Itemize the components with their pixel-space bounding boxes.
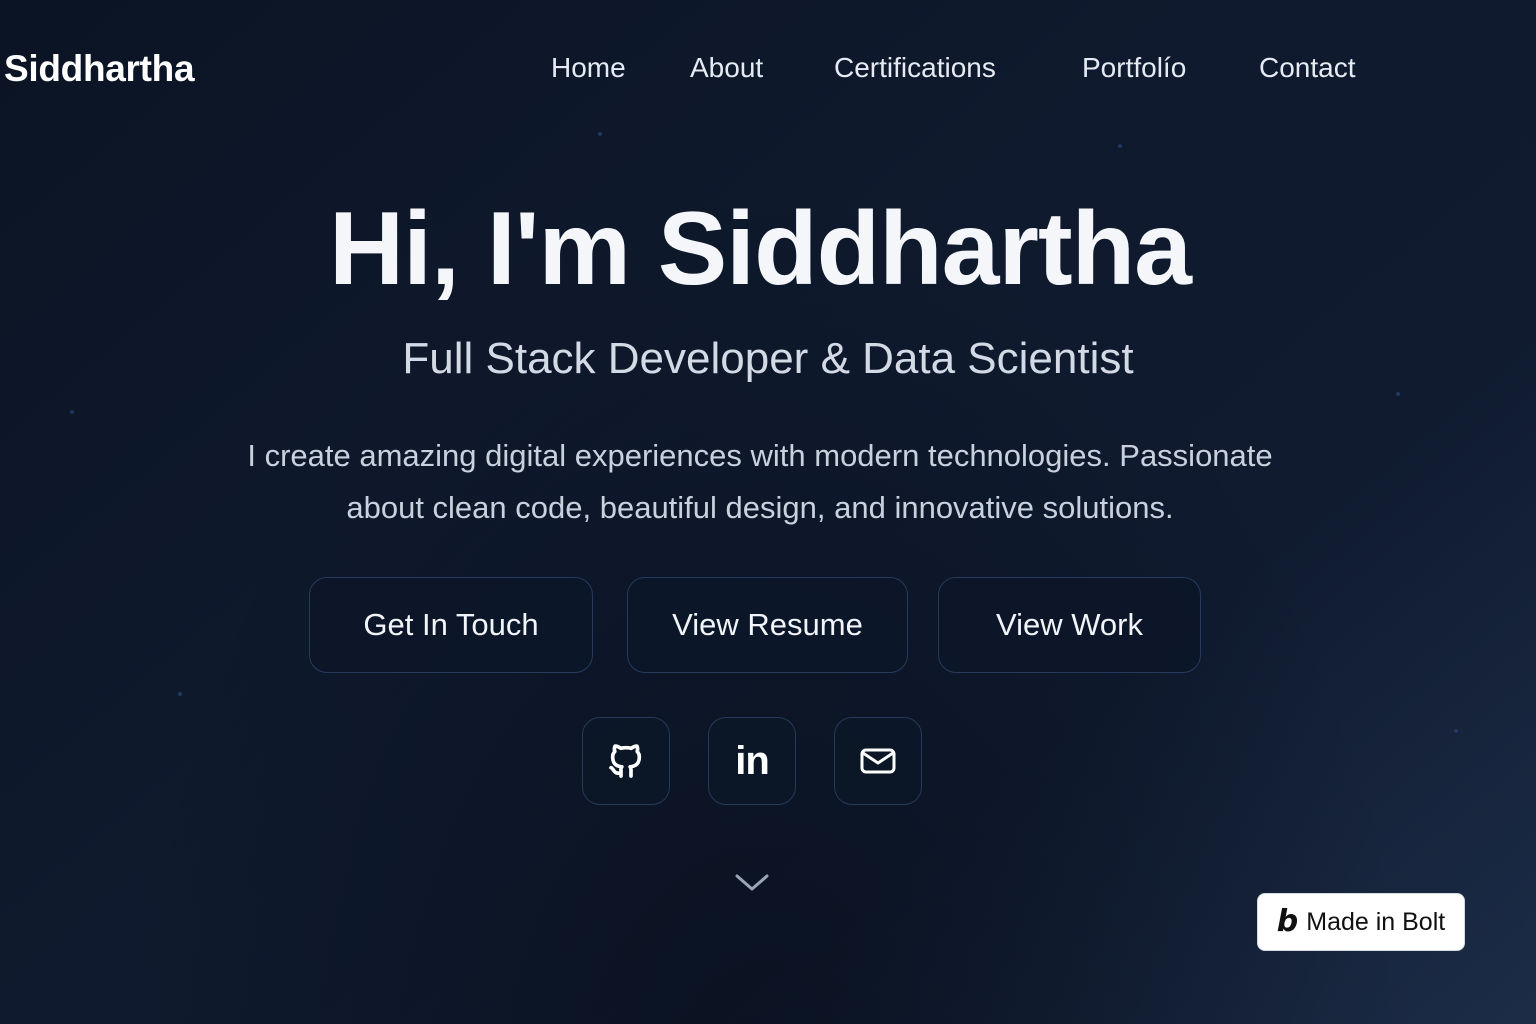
scroll-down-icon[interactable]	[733, 870, 771, 894]
view-work-button[interactable]: View Work	[938, 577, 1201, 673]
made-in-bolt-label: Made in Bolt	[1306, 907, 1446, 936]
hero-description-line: about clean code, beautiful design, and …	[346, 490, 1174, 525]
hero-description-line: I create amazing digital experiences wit…	[247, 438, 1273, 473]
background-particle	[1396, 392, 1400, 396]
email-link[interactable]	[834, 717, 922, 805]
view-resume-button[interactable]: View Resume	[627, 577, 908, 673]
linkedin-icon: in	[735, 739, 770, 783]
background-particle	[1118, 144, 1122, 148]
nav-item-certifications[interactable]: Certifications	[834, 52, 996, 84]
background-particle	[1454, 729, 1458, 733]
nav-item-home[interactable]: Home	[551, 52, 626, 84]
hero-description: I create amazing digital experiences wit…	[190, 430, 1330, 534]
bolt-logo-icon: b	[1276, 904, 1299, 939]
made-in-bolt-badge[interactable]: b Made in Bolt	[1257, 893, 1465, 951]
get-in-touch-button[interactable]: Get In Touch	[309, 577, 593, 673]
brand-logo[interactable]: Siddhartha	[4, 48, 195, 90]
nav-item-about[interactable]: About	[690, 52, 763, 84]
hero-title: Hi, I'm Siddhartha	[329, 191, 1192, 307]
background-particle	[70, 410, 74, 414]
mail-icon	[859, 746, 897, 776]
nav-item-contact[interactable]: Contact	[1259, 52, 1356, 84]
background-particle	[178, 692, 182, 696]
linkedin-link[interactable]: in	[708, 717, 796, 805]
background-particle	[598, 132, 602, 136]
github-icon	[606, 741, 646, 781]
hero-subtitle: Full Stack Developer & Data Scientist	[402, 334, 1134, 383]
github-link[interactable]	[582, 717, 670, 805]
nav-item-portfolio[interactable]: Portfolío	[1082, 52, 1186, 84]
